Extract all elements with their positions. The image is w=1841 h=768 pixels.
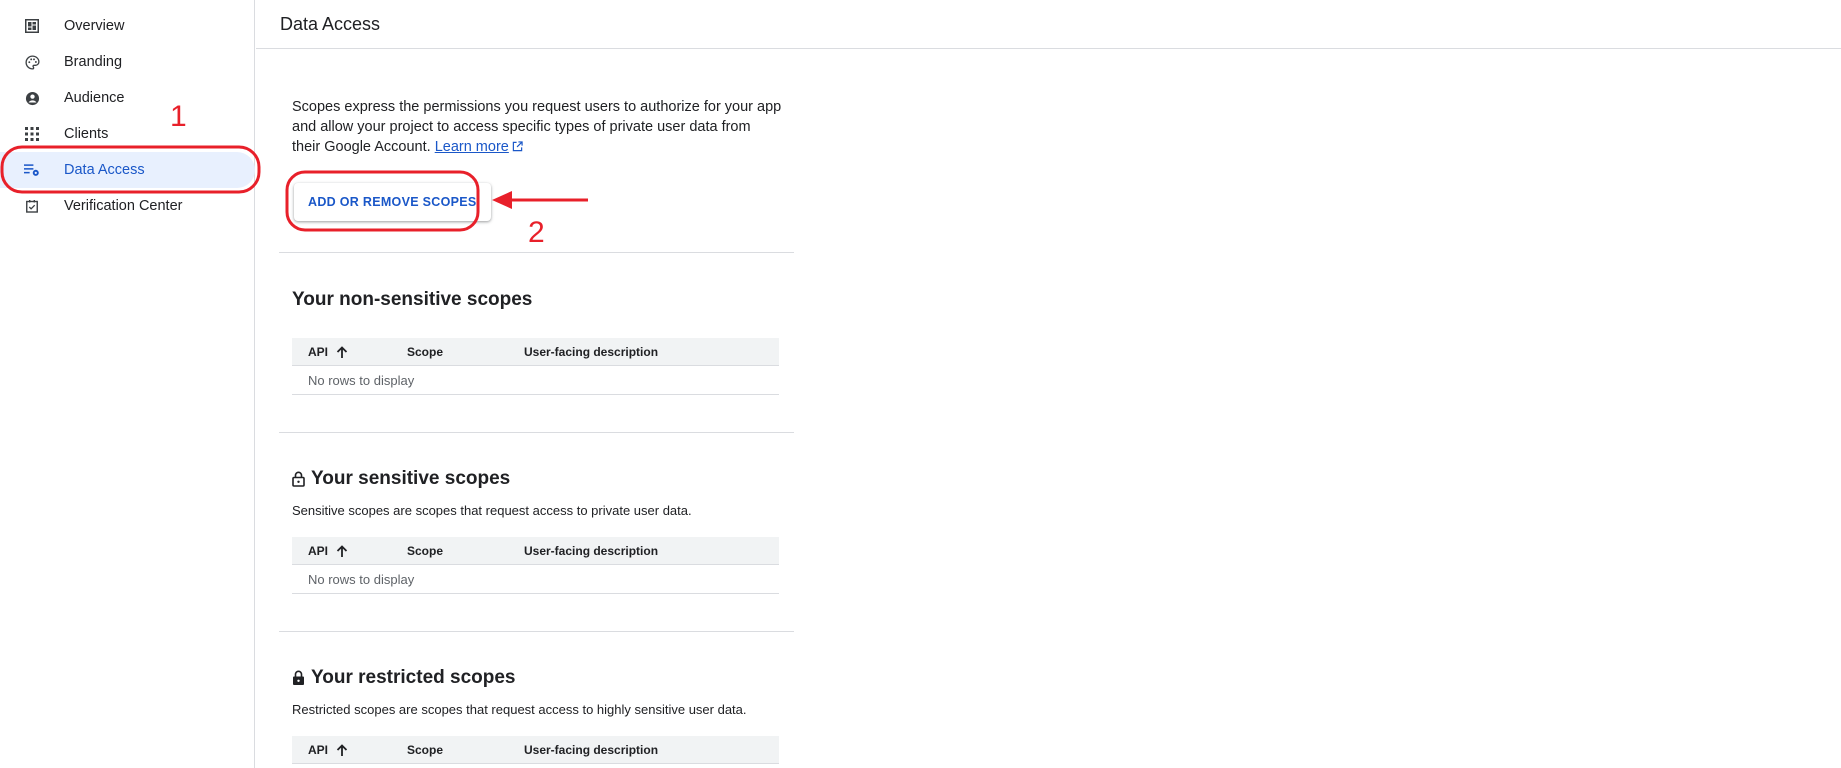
annotation-step-1: 1 [170, 100, 187, 133]
list-settings-icon [24, 162, 40, 178]
sidebar-item-data-access[interactable]: Data Access [0, 152, 255, 188]
column-header-scope[interactable]: Scope [407, 743, 443, 757]
column-header-api[interactable]: API [308, 544, 348, 558]
column-header-description[interactable]: User-facing description [524, 345, 658, 359]
column-header-description[interactable]: User-facing description [524, 743, 658, 757]
sidebar-item-branding[interactable]: Branding [0, 44, 255, 80]
section-title-text: Your sensitive scopes [311, 468, 511, 489]
sidebar-item-clients[interactable]: Clients [0, 116, 255, 152]
tutorial-annotations [0, 145, 588, 232]
sidebar-item-label: Verification Center [64, 198, 183, 214]
intro-body: Scopes express the permissions you reque… [292, 99, 782, 155]
arrow-up-icon [336, 544, 348, 558]
column-header-scope[interactable]: Scope [407, 544, 443, 558]
dashboard-icon [24, 18, 40, 34]
learn-more-link[interactable]: Learn more [435, 139, 509, 155]
table-header: API Scope User-facing description [292, 537, 779, 565]
non-sensitive-scopes-table: API Scope User-facing description No row… [292, 338, 779, 395]
external-link-icon [512, 138, 523, 158]
section-title-text: Your restricted scopes [311, 667, 516, 688]
sidebar-item-overview[interactable]: Overview [0, 8, 255, 44]
divider [279, 432, 794, 433]
sidebar-item-label: Overview [64, 18, 125, 34]
column-header-scope[interactable]: Scope [407, 345, 443, 359]
add-or-remove-scopes-button[interactable]: ADD OR REMOVE SCOPES [294, 183, 491, 221]
intro-text: Scopes express the permissions you reque… [292, 97, 782, 158]
lock-open-icon [292, 471, 305, 487]
page-title: Data Access [280, 14, 381, 34]
arrow-up-icon [336, 743, 348, 757]
divider [279, 252, 794, 253]
sensitive-scopes-table: API Scope User-facing description No row… [292, 537, 779, 594]
table-header: API Scope User-facing description [292, 338, 779, 366]
column-header-api[interactable]: API [308, 743, 348, 757]
table-header: API Scope User-facing description [292, 736, 779, 764]
restricted-scopes-table: API Scope User-facing description [292, 736, 779, 764]
table-body: No rows to display [292, 565, 779, 594]
sidebar-item-label: Data Access [64, 162, 145, 178]
column-header-api[interactable]: API [308, 345, 348, 359]
column-label: API [308, 743, 329, 757]
table-body: No rows to display [292, 366, 779, 395]
apps-grid-icon [24, 126, 40, 142]
sidebar-item-verification-center[interactable]: Verification Center [0, 188, 255, 224]
sensitive-scopes-title: Your sensitive scopes [292, 468, 510, 490]
divider [279, 631, 794, 632]
lock-icon [292, 670, 305, 686]
empty-state: No rows to display [308, 373, 415, 388]
sidebar-item-label: Clients [64, 126, 109, 142]
empty-state: No rows to display [308, 572, 415, 587]
restricted-scopes-description: Restricted scopes are scopes that reques… [292, 702, 747, 717]
column-header-description[interactable]: User-facing description [524, 544, 658, 558]
account-circle-icon [24, 90, 40, 106]
annotation-arrow-head [492, 191, 512, 209]
annotation-step-2: 2 [528, 216, 545, 249]
column-label: API [308, 345, 329, 359]
restricted-scopes-title: Your restricted scopes [292, 667, 516, 689]
section-title-text: Your non-sensitive scopes [292, 289, 533, 310]
sensitive-scopes-description: Sensitive scopes are scopes that request… [292, 503, 692, 518]
sidebar-item-label: Branding [64, 54, 123, 70]
page-header: Data Access [256, 0, 1841, 49]
sidebar: Overview Branding Audience Clients Data … [0, 0, 255, 768]
arrow-up-icon [336, 345, 348, 359]
checkbox-icon [24, 198, 40, 214]
palette-icon [24, 54, 40, 70]
column-label: API [308, 544, 329, 558]
sidebar-item-audience[interactable]: Audience [0, 80, 255, 116]
sidebar-item-label: Audience [64, 90, 125, 106]
non-sensitive-scopes-title: Your non-sensitive scopes [292, 289, 532, 311]
